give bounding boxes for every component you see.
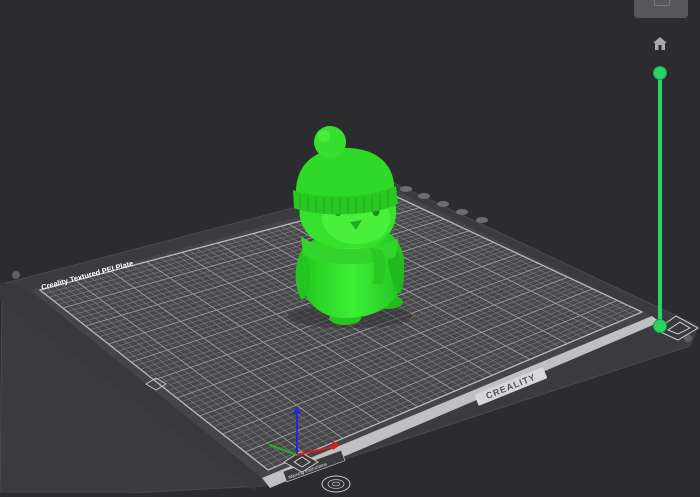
view-cube[interactable] <box>634 0 688 18</box>
home-button[interactable] <box>650 33 670 53</box>
layer-slider-top-handle[interactable] <box>654 67 666 79</box>
layer-slider-track <box>658 74 662 326</box>
view-cube-icon <box>654 0 670 6</box>
fingerprint-badge <box>321 475 351 493</box>
bed-corner-marker <box>12 271 20 279</box>
layer-slider-bottom-handle[interactable] <box>654 320 666 332</box>
3d-viewport[interactable]: Creality Textured PEI Plate CREALITY War… <box>0 0 700 497</box>
layer-range-slider[interactable] <box>652 66 668 332</box>
home-icon <box>653 36 667 50</box>
scene-svg: Creality Textured PEI Plate CREALITY War… <box>0 126 700 497</box>
